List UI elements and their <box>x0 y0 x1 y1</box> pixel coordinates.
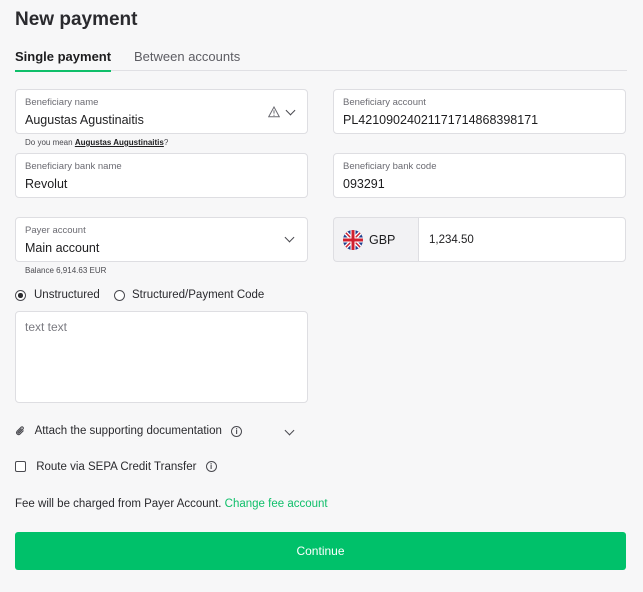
beneficiary-name-field[interactable]: Beneficiary name Augustas Agustinaitis <box>15 89 308 134</box>
continue-button[interactable]: Continue <box>15 532 626 570</box>
chevron-down-icon[interactable] <box>285 105 296 116</box>
info-icon[interactable]: i <box>231 425 243 437</box>
page-title: New payment <box>15 9 138 30</box>
attach-documentation-row[interactable]: Attach the supporting documentation i <box>15 425 295 437</box>
chevron-down-icon <box>284 232 295 243</box>
chevron-down-icon[interactable] <box>284 425 295 436</box>
bank-name-field[interactable]: Beneficiary bank name Revolut <box>15 153 308 198</box>
hint-suffix: ? <box>163 138 169 147</box>
change-fee-account-link[interactable]: Change fee account <box>225 498 328 510</box>
currency-select[interactable]: GBP <box>333 217 419 262</box>
radio-unstructured[interactable] <box>15 290 26 301</box>
fee-note: Fee will be charged from Payer Account. … <box>15 498 328 510</box>
payment-details-textarea[interactable] <box>15 311 308 403</box>
beneficiary-account-value: PL42109024021171714868398171 <box>343 113 539 127</box>
payer-account-label: Payer account <box>25 225 86 236</box>
beneficiary-account-field[interactable]: Beneficiary account PL421090240211717148… <box>333 89 626 134</box>
bank-code-value: 093291 <box>343 177 385 191</box>
suggested-name-link[interactable]: Augustas Augustinaitis <box>75 138 164 147</box>
sepa-label[interactable]: Route via SEPA Credit Transfer <box>36 461 196 473</box>
paperclip-icon <box>16 426 24 436</box>
amount-input[interactable]: 1,234.50 <box>418 217 626 262</box>
bank-code-label: Beneficiary bank code <box>343 161 437 172</box>
uk-flag-icon <box>343 230 363 250</box>
payer-account-select[interactable]: Payer account Main account <box>15 217 308 262</box>
payer-balance: Balance 6,914.63 EUR <box>25 266 107 275</box>
tab-single-payment[interactable]: Single payment <box>15 49 112 72</box>
payer-account-value: Main account <box>25 241 100 255</box>
beneficiary-account-label: Beneficiary account <box>343 97 426 108</box>
attach-documentation-label: Attach the supporting documentation <box>34 425 222 438</box>
sepa-route-row: Route via SEPA Credit Transfer i <box>15 461 217 473</box>
warning-icon <box>268 106 280 118</box>
bank-code-field[interactable]: Beneficiary bank code 093291 <box>333 153 626 198</box>
hint-prefix: Do you mean <box>25 138 75 147</box>
currency-code: GBP <box>369 233 396 247</box>
tab-between-accounts[interactable]: Between accounts <box>134 49 240 64</box>
amount-value: 1,234.50 <box>429 234 474 246</box>
payment-tabs: Single payment Between accounts <box>15 46 627 72</box>
bank-name-label: Beneficiary bank name <box>25 161 122 172</box>
fee-text: Fee will be charged from Payer Account. <box>15 498 222 510</box>
radio-structured-label[interactable]: Structured/Payment Code <box>132 289 264 301</box>
sepa-checkbox[interactable] <box>15 461 26 473</box>
radio-structured[interactable] <box>114 290 125 301</box>
beneficiary-name-hint: Do you mean Augustas Augustinaitis? <box>25 138 168 147</box>
bank-name-value: Revolut <box>25 177 68 191</box>
info-icon[interactable]: i <box>205 461 217 473</box>
beneficiary-name-value: Augustas Agustinaitis <box>25 113 144 127</box>
radio-unstructured-label[interactable]: Unstructured <box>34 289 100 301</box>
beneficiary-name-label: Beneficiary name <box>25 97 99 108</box>
